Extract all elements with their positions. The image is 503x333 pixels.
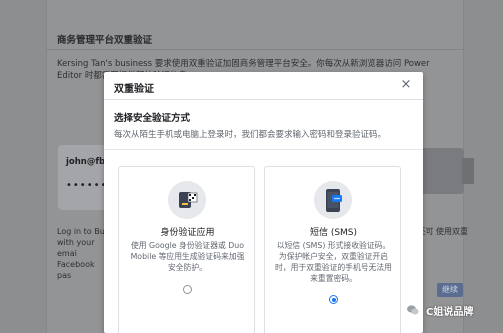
option-title: 身份验证应用: [160, 228, 215, 238]
section-title: 选择安全验证方式: [114, 113, 191, 124]
background-divider: [46, 49, 464, 50]
option-title: 短信 (SMS): [309, 228, 358, 238]
modal-header: 双重验证 ×: [104, 72, 423, 100]
background-bottom-text: Log in to Bus with your emai Facebook pa…: [57, 227, 109, 280]
modal-divider: [104, 149, 423, 150]
sms-radio[interactable]: [329, 295, 338, 304]
option-description: 使用 Google 身份验证器或 Duo Mobile 等应用生成验证码来加强安…: [130, 241, 245, 272]
modal-title: 双重验证: [114, 84, 154, 95]
illustration-password-mask: ••••••: [66, 180, 108, 191]
close-icon[interactable]: ×: [399, 78, 413, 92]
authenticator-app-icon: [168, 181, 206, 219]
section-subtitle: 每次从陌生手机或电脑上登录时，我们都会要求输入密码和登录验证码。: [114, 130, 387, 140]
wechat-logo-icon: [404, 301, 422, 319]
illustration-email-text: john@fb.: [66, 157, 109, 167]
option-sms[interactable]: 短信 (SMS) 以短信 (SMS) 形式接收验证码。为保护帐户安全，双重验证开…: [264, 166, 401, 333]
two-factor-modal: 双重验证 × 选择安全验证方式 每次从陌生手机或电脑上登录时，我们都会要求输入密…: [104, 72, 423, 333]
sms-phone-icon: [314, 181, 352, 219]
watermark: C姐说品牌: [404, 301, 473, 319]
background-continue-button: 继续: [437, 283, 463, 297]
watermark-text: C姐说品牌: [426, 306, 474, 318]
authenticator-radio[interactable]: [183, 285, 192, 294]
background-page-title: 商务管理平台双重验证: [57, 35, 153, 46]
modal-body: 选择安全验证方式 每次从陌生手机或电脑上登录时，我们都会要求输入密码和登录验证码…: [104, 100, 423, 140]
security-key-illustration: [420, 148, 474, 194]
option-authenticator-app[interactable]: 身份验证应用 使用 Google 身份验证器或 Duo Mobile 等应用生成…: [118, 166, 255, 333]
option-description: 以短信 (SMS) 形式接收验证码。为保护帐户安全，双重验证开启时，用于双重验证…: [275, 241, 392, 283]
